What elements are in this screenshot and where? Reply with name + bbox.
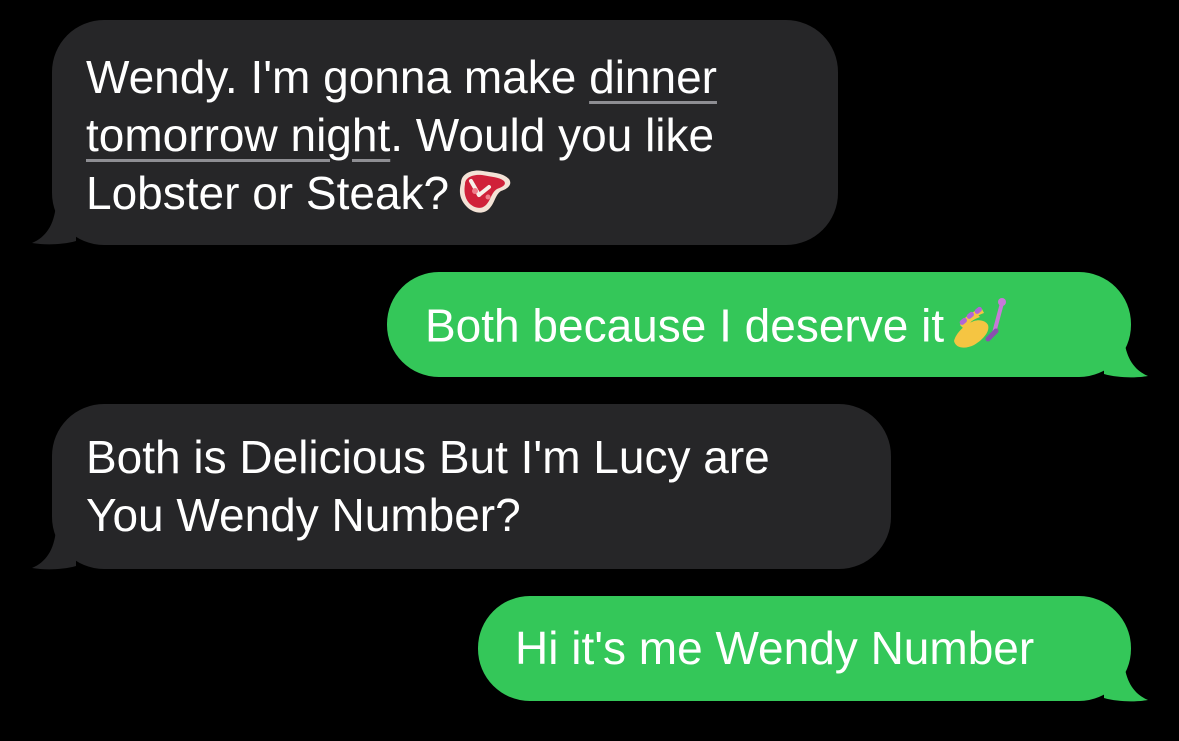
bubble-tail xyxy=(1104,338,1148,378)
message-line: Wendy. I'm gonna make dinner xyxy=(86,48,804,106)
message-thread: Wendy. I'm gonna make dinner tomorrow ni… xyxy=(0,0,1179,741)
nail-polish-emoji-icon xyxy=(950,295,1008,364)
message-text: Both because I deserve it xyxy=(425,299,945,352)
bubble-tail xyxy=(1104,662,1148,702)
message-text: Lobster or Steak? xyxy=(86,167,450,219)
detected-date-link[interactable]: tomorrow night xyxy=(86,109,390,161)
outgoing-message-bubble[interactable]: Both because I deserve it xyxy=(387,272,1131,377)
message-line: Both is Delicious But I'm Lucy are xyxy=(86,431,770,483)
incoming-message-bubble[interactable]: Wendy. I'm gonna make dinner tomorrow ni… xyxy=(52,20,838,245)
bubble-tail xyxy=(32,530,76,570)
message-line: Lobster or Steak? xyxy=(86,164,804,228)
message-text: Wendy. I'm gonna make xyxy=(86,51,590,103)
incoming-message-bubble[interactable]: Both is Delicious But I'm Lucy are You W… xyxy=(52,404,891,569)
outgoing-message-bubble[interactable]: Hi it's me Wendy Number xyxy=(478,596,1131,701)
detected-date-link[interactable]: dinner xyxy=(589,51,717,103)
bubble-tail xyxy=(32,205,76,245)
message-line: tomorrow night. Would you like xyxy=(86,106,804,164)
message-text: Hi it's me Wendy Number xyxy=(515,622,1035,674)
steak-emoji-icon xyxy=(455,165,513,228)
message-line: You Wendy Number? xyxy=(86,489,521,541)
message-text: . Would you like xyxy=(390,109,715,161)
